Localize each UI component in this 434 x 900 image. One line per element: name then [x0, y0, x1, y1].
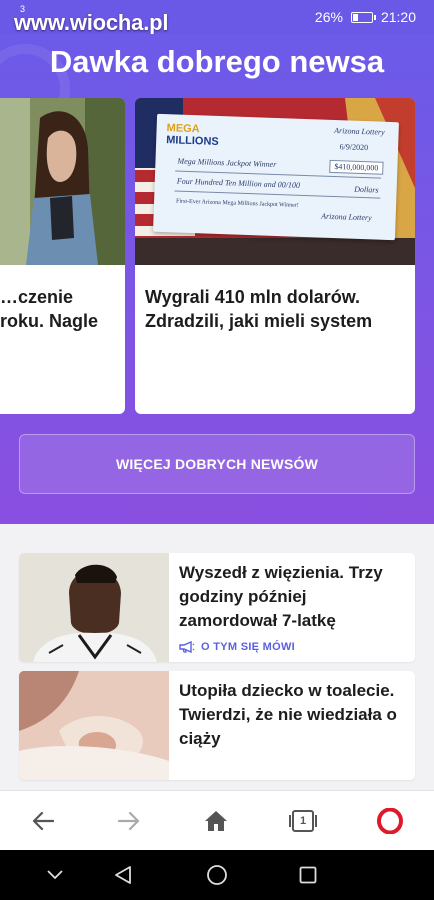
tab-count: 1	[299, 815, 307, 827]
news-item-toilet[interactable]: Utopiła dziecko w toalecie. Twierdzi, że…	[19, 671, 415, 780]
lottery-check: MEGA MILLIONS Arizona Lottery 6/9/2020 Me…	[153, 113, 399, 241]
news-item-prison[interactable]: Wyszedł z więzienia. Trzy godziny późnie…	[19, 553, 415, 662]
news-headline: Wyszedł z więzienia. Trzy godziny późnie…	[179, 563, 383, 630]
man-portrait	[19, 553, 169, 662]
forward-arrow-icon[interactable]	[99, 791, 159, 851]
browser-toolbar: 1	[0, 790, 434, 850]
news-headline: Utopiła dziecko w toalecie. Twierdzi, że…	[179, 681, 397, 748]
chevron-down-icon[interactable]	[25, 850, 85, 900]
back-arrow-icon[interactable]	[13, 791, 73, 851]
recents-square-icon[interactable]	[278, 850, 338, 900]
more-good-news-button[interactable]: WIĘCEJ DOBRYCH NEWSÓW	[19, 434, 415, 494]
opera-icon[interactable]	[360, 791, 420, 851]
card-title: Wygrali 410 mln dolarów. Zdradzili, jaki…	[145, 287, 373, 331]
battery-percent: 26%	[314, 9, 343, 25]
megaphone-icon	[179, 641, 195, 653]
system-navigation-bar	[0, 850, 434, 900]
status-bar: 3 www.wiocha.pl 26% 21:20	[0, 0, 434, 35]
news-thumbnail	[19, 553, 169, 662]
news-card-previous[interactable]: …czenie roku. Nagle	[0, 98, 125, 414]
card-title: …czenie roku. Nagle	[0, 287, 99, 331]
news-thumbnail	[19, 671, 169, 780]
mega-millions-logo: MEGA MILLIONS	[166, 122, 219, 148]
baby-hand-photo	[19, 671, 169, 780]
woman-photo	[0, 98, 125, 265]
back-triangle-icon[interactable]	[93, 850, 153, 900]
card-photo: MEGA MILLIONS Arizona Lottery 6/9/2020 Me…	[135, 98, 415, 265]
section-title: Dawka dobrego newsa	[49, 44, 385, 79]
trending-tag[interactable]: O TYM SIĘ MÓWI	[179, 641, 295, 653]
clock: 21:20	[380, 9, 416, 25]
good-news-section: Dawka dobrego newsa …czenie roku. Nagle	[0, 34, 434, 524]
battery-icon	[350, 11, 376, 23]
home-circle-icon[interactable]	[187, 850, 247, 900]
tabs-icon[interactable]: 1	[273, 791, 333, 851]
card-photo	[0, 98, 125, 265]
home-icon[interactable]	[186, 791, 246, 851]
watermark: www.wiocha.pl	[14, 10, 169, 35]
status-indicators: 26% 21:20	[315, 9, 416, 25]
news-card-lottery[interactable]: MEGA MILLIONS Arizona Lottery 6/9/2020 Me…	[135, 98, 415, 414]
trending-tag-label: O TYM SIĘ MÓWI	[201, 641, 296, 653]
